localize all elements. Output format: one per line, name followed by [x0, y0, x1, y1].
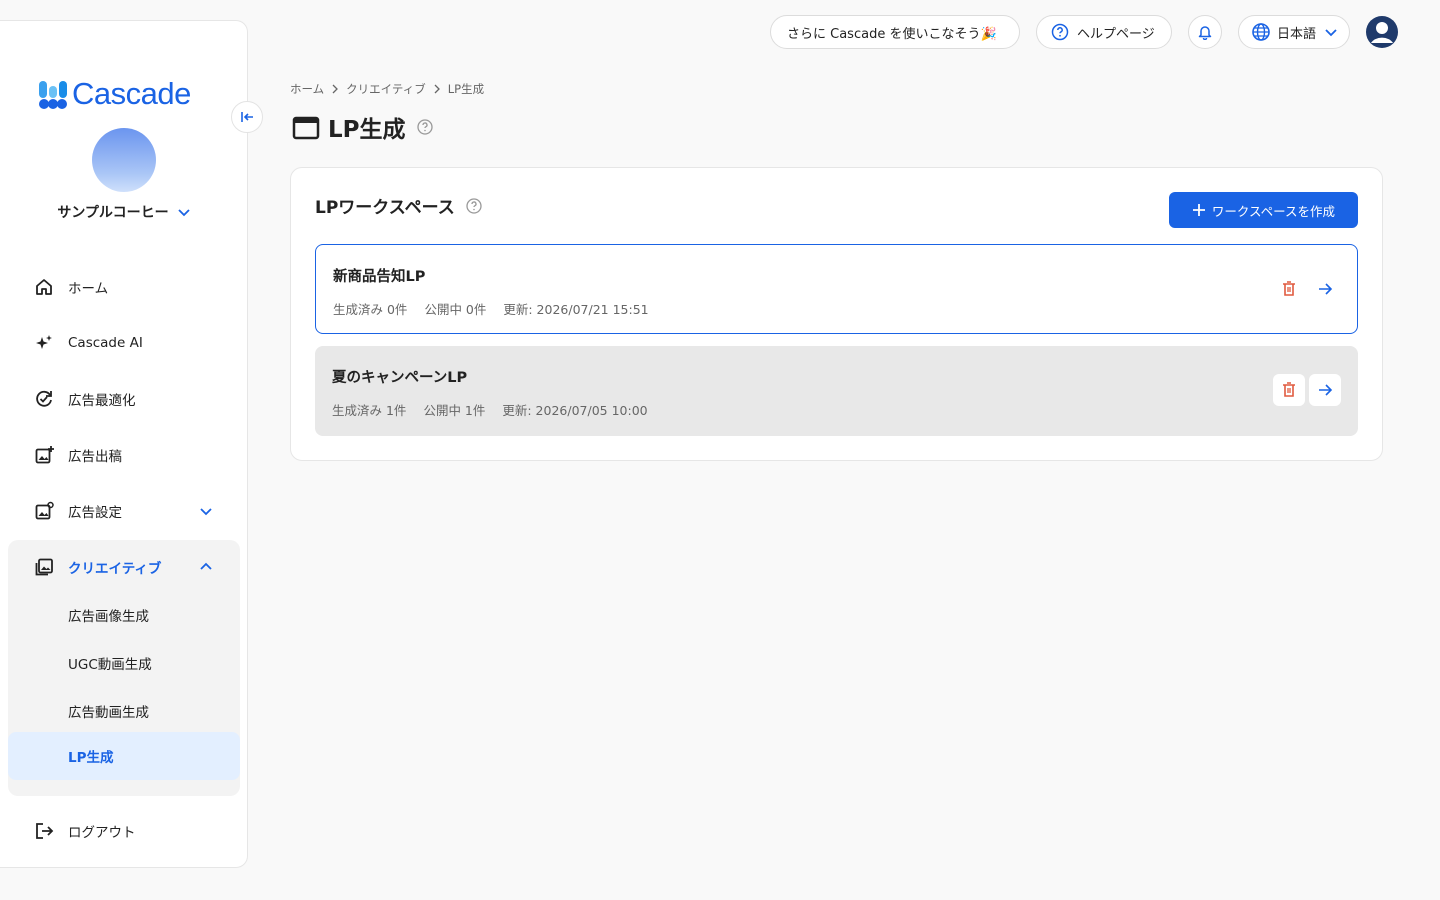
arrow-right-icon — [1319, 283, 1333, 295]
collapse-left-icon — [241, 112, 253, 122]
promo-label: さらに Cascade を使いこなそう🎉 — [787, 26, 997, 42]
sidebar-item-label: Cascade AI — [68, 335, 143, 351]
ad-settings-icon — [34, 501, 54, 521]
sidebar-subitem-ad-video[interactable]: 広告動画生成 — [8, 687, 240, 735]
workspace-published: 公開中 0件 — [424, 302, 487, 317]
page-title-text: LP生成 — [328, 117, 406, 143]
chevron-right-icon — [432, 84, 442, 94]
lp-workspace-card: LPワークスペース ワークスペースを作成 新商品告知LP 生成済み 0件 公開中… — [290, 167, 1383, 461]
workspace-meta: 生成済み 1件 公開中 1件 更新: 2026/07/05 10:00 — [332, 400, 665, 419]
sidebar-collapse-button[interactable] — [231, 101, 263, 133]
arrow-right-icon — [1319, 384, 1333, 396]
logout-label: ログアウト — [68, 825, 136, 841]
sparkle-icon — [34, 333, 54, 353]
sidebar-item-label: 広告設定 — [68, 505, 122, 521]
sidebar-item-cascade-ai[interactable]: Cascade AI — [8, 319, 240, 367]
open-workspace-button[interactable] — [1309, 374, 1341, 406]
breadcrumb-creative[interactable]: クリエイティブ — [346, 81, 426, 97]
create-workspace-button[interactable]: ワークスペースを作成 — [1169, 192, 1358, 228]
chevron-up-icon — [200, 562, 212, 570]
trash-icon — [1283, 281, 1295, 296]
chevron-right-icon — [330, 84, 340, 94]
notification-button[interactable] — [1188, 15, 1222, 49]
cascade-logo-icon — [39, 81, 67, 109]
workspace-updated: 更新: 2026/07/21 15:51 — [503, 302, 649, 317]
globe-icon — [1252, 23, 1270, 41]
trash-icon — [1283, 382, 1295, 397]
account-avatar[interactable] — [92, 128, 156, 192]
help-page-button[interactable]: ヘルプページ — [1036, 15, 1172, 49]
workspace-item[interactable]: 夏のキャンペーンLP 生成済み 1件 公開中 1件 更新: 2026/07/05… — [315, 346, 1358, 436]
sidebar-item-label: クリエイティブ — [68, 561, 162, 577]
logout-button[interactable]: ログアウト — [8, 807, 240, 855]
sidebar-subitem-lp[interactable]: LP生成 — [8, 732, 240, 780]
sidebar-item-label: 広告最適化 — [68, 393, 136, 409]
workspace-name: 夏のキャンペーンLP — [332, 370, 468, 386]
account-switcher[interactable]: サンプルコーヒー — [0, 202, 248, 222]
language-label: 日本語 — [1277, 26, 1317, 42]
cascade-logo[interactable]: Cascade — [38, 76, 191, 112]
sidebar-item-ad-publish[interactable]: 広告出稿 — [8, 431, 240, 479]
user-avatar-icon — [1366, 16, 1398, 48]
workspace-updated: 更新: 2026/07/05 10:00 — [502, 403, 648, 418]
plus-icon — [1192, 204, 1205, 216]
open-workspace-button[interactable] — [1309, 273, 1341, 305]
sidebar-item-label: 広告出稿 — [68, 449, 122, 465]
language-selector[interactable]: 日本語 — [1238, 15, 1350, 49]
page-title: LP生成 — [292, 110, 434, 144]
help-icon[interactable] — [416, 118, 434, 136]
workspace-name: 新商品告知LP — [333, 269, 426, 285]
sidebar-item-ad-optimize[interactable]: 広告最適化 — [8, 375, 240, 423]
breadcrumb-home[interactable]: ホーム — [290, 81, 324, 97]
delete-workspace-button[interactable] — [1273, 273, 1305, 305]
sidebar-item-home[interactable]: ホーム — [8, 263, 240, 311]
sidebar: Cascade サンプルコーヒー ホーム Cascade AI 広告最適化 広告… — [0, 20, 248, 868]
help-icon[interactable] — [465, 197, 483, 215]
workspace-meta: 生成済み 0件 公開中 0件 更新: 2026/07/21 15:51 — [333, 299, 666, 318]
sidebar-subitem-label: 広告画像生成 — [68, 609, 149, 625]
delete-workspace-button[interactable] — [1273, 374, 1305, 406]
account-name: サンプルコーヒー — [57, 205, 169, 221]
sidebar-subitem-ad-image[interactable]: 広告画像生成 — [8, 591, 240, 639]
sidebar-subitem-label: UGC動画生成 — [68, 657, 152, 673]
logo-text: Cascade — [72, 76, 191, 111]
optimize-icon — [34, 389, 54, 409]
card-title: LPワークスペース — [315, 193, 483, 218]
user-avatar-button[interactable] — [1365, 15, 1399, 49]
sidebar-item-creative[interactable]: クリエイティブ — [8, 543, 240, 591]
home-icon — [34, 277, 54, 297]
workspace-generated: 生成済み 0件 — [333, 302, 408, 317]
breadcrumb: ホーム クリエイティブ LP生成 — [290, 81, 484, 97]
chevron-down-icon — [178, 209, 190, 217]
sidebar-subitem-label: 広告動画生成 — [68, 705, 149, 721]
help-icon — [1051, 23, 1069, 41]
sidebar-item-ad-settings[interactable]: 広告設定 — [8, 487, 240, 535]
ad-publish-icon — [34, 445, 54, 465]
logout-icon — [34, 821, 54, 841]
bell-icon — [1198, 26, 1212, 40]
breadcrumb-current: LP生成 — [447, 82, 485, 96]
sidebar-item-label: ホーム — [68, 281, 109, 297]
creative-icon — [34, 557, 54, 577]
help-label: ヘルプページ — [1077, 26, 1155, 42]
chevron-down-icon — [1325, 29, 1337, 37]
create-workspace-label: ワークスペースを作成 — [1211, 203, 1336, 219]
browser-window-icon — [292, 116, 320, 140]
card-title-text: LPワークスペース — [315, 198, 455, 218]
sidebar-subitem-ugc-video[interactable]: UGC動画生成 — [8, 639, 240, 687]
workspace-generated: 生成済み 1件 — [332, 403, 407, 418]
workspace-published: 公開中 1件 — [423, 403, 486, 418]
chevron-down-icon — [200, 508, 212, 516]
promo-button[interactable]: さらに Cascade を使いこなそう🎉 — [770, 15, 1020, 49]
workspace-item[interactable]: 新商品告知LP 生成済み 0件 公開中 0件 更新: 2026/07/21 15… — [315, 244, 1358, 334]
sidebar-subitem-label: LP生成 — [68, 750, 114, 766]
